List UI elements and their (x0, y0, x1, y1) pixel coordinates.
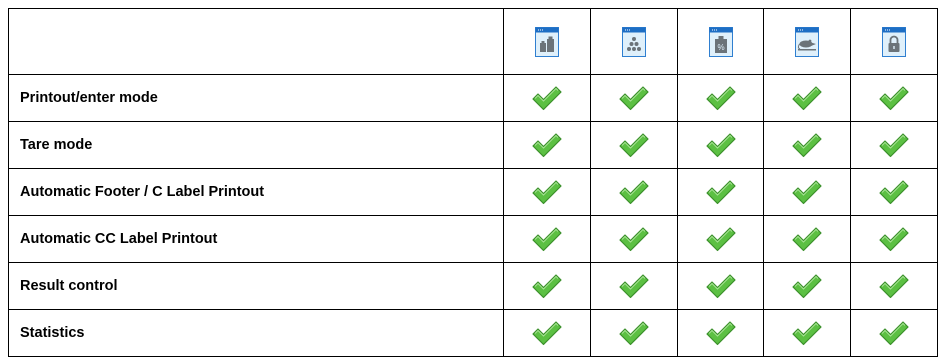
table-row: Tare mode (7, 121, 938, 169)
check-cell (763, 168, 852, 216)
check-cell (503, 262, 591, 310)
check-cell (763, 121, 852, 169)
table-row: Statistics (7, 309, 938, 357)
checkmark-icon (532, 86, 562, 111)
checkmark-icon (792, 133, 822, 158)
checkmark-icon (705, 274, 736, 299)
checkmark-icon (705, 321, 736, 346)
checkmark-icon (532, 227, 562, 252)
checkweighing-weights-icon (535, 26, 560, 57)
check-cell (676, 168, 765, 216)
table-row: Printout/enter mode (7, 74, 938, 122)
feature-label: Result control (7, 262, 505, 310)
checkmark-icon (705, 86, 736, 111)
check-cell (676, 215, 765, 263)
checkmark-icon (619, 321, 649, 346)
check-cell (589, 309, 678, 357)
checkmark-icon (879, 274, 909, 299)
checkmark-icon (705, 133, 736, 158)
lock-icon (882, 26, 907, 57)
check-cell (589, 121, 678, 169)
feature-label: Automatic CC Label Printout (7, 215, 505, 263)
feature-label: Tare mode (7, 121, 505, 169)
checkmark-icon (619, 180, 649, 205)
checkmark-icon (619, 274, 649, 299)
checkmark-icon (792, 321, 822, 346)
header-cell (763, 8, 852, 75)
checkmark-icon (792, 180, 822, 205)
check-cell (503, 121, 591, 169)
check-cell (676, 74, 765, 122)
table-body: Printout/enter mode Tare mode Automatic Fo… (7, 74, 938, 357)
checkmark-icon (619, 86, 649, 111)
check-cell (676, 121, 765, 169)
check-cell (763, 262, 852, 310)
check-cell (850, 74, 938, 122)
checkmark-icon (619, 133, 649, 158)
check-cell (589, 215, 678, 263)
check-cell (589, 262, 678, 310)
checkmark-icon (532, 133, 562, 158)
counting-pieces-icon (621, 26, 646, 57)
check-cell (850, 309, 938, 357)
header-blank-cell (7, 8, 505, 75)
checkmark-icon (619, 227, 649, 252)
check-cell (850, 215, 938, 263)
header-row: % (7, 8, 938, 75)
header-cell (503, 8, 591, 75)
check-cell (763, 74, 852, 122)
checkmark-icon (879, 180, 909, 205)
animal-weighing-icon (795, 26, 820, 57)
check-cell (589, 74, 678, 122)
feature-label: Statistics (7, 309, 505, 357)
check-cell (850, 121, 938, 169)
table-row: Result control (7, 262, 938, 310)
percent-weighing-icon: % (708, 26, 733, 57)
checkmark-icon (879, 86, 909, 111)
check-cell (763, 309, 852, 357)
check-cell (676, 309, 765, 357)
checkmark-icon (532, 321, 562, 346)
check-cell (676, 262, 765, 310)
check-cell (503, 168, 591, 216)
check-cell (503, 309, 591, 357)
feature-label: Printout/enter mode (7, 74, 505, 122)
checkmark-icon (532, 180, 562, 205)
header-cell: % (676, 8, 765, 75)
check-cell (763, 215, 852, 263)
checkmark-icon (705, 180, 736, 205)
check-cell (503, 74, 591, 122)
feature-label: Automatic Footer / C Label Printout (7, 168, 505, 216)
header-cell (850, 8, 938, 75)
checkmark-icon (792, 86, 822, 111)
checkmark-icon (879, 321, 909, 346)
feature-compatibility-table: % Printout/enter mode Tare mode Automati… (7, 8, 938, 357)
checkmark-icon (792, 227, 822, 252)
table-row: Automatic Footer / C Label Printout (7, 168, 938, 216)
check-cell (589, 168, 678, 216)
checkmark-icon (792, 274, 822, 299)
checkmark-icon (705, 227, 736, 252)
check-cell (850, 262, 938, 310)
checkmark-icon (879, 133, 909, 158)
checkmark-icon (532, 274, 562, 299)
check-cell (850, 168, 938, 216)
checkmark-icon (879, 227, 909, 252)
table-row: Automatic CC Label Printout (7, 215, 938, 263)
header-cell (589, 8, 678, 75)
svg-text:%: % (717, 43, 724, 52)
check-cell (503, 215, 591, 263)
